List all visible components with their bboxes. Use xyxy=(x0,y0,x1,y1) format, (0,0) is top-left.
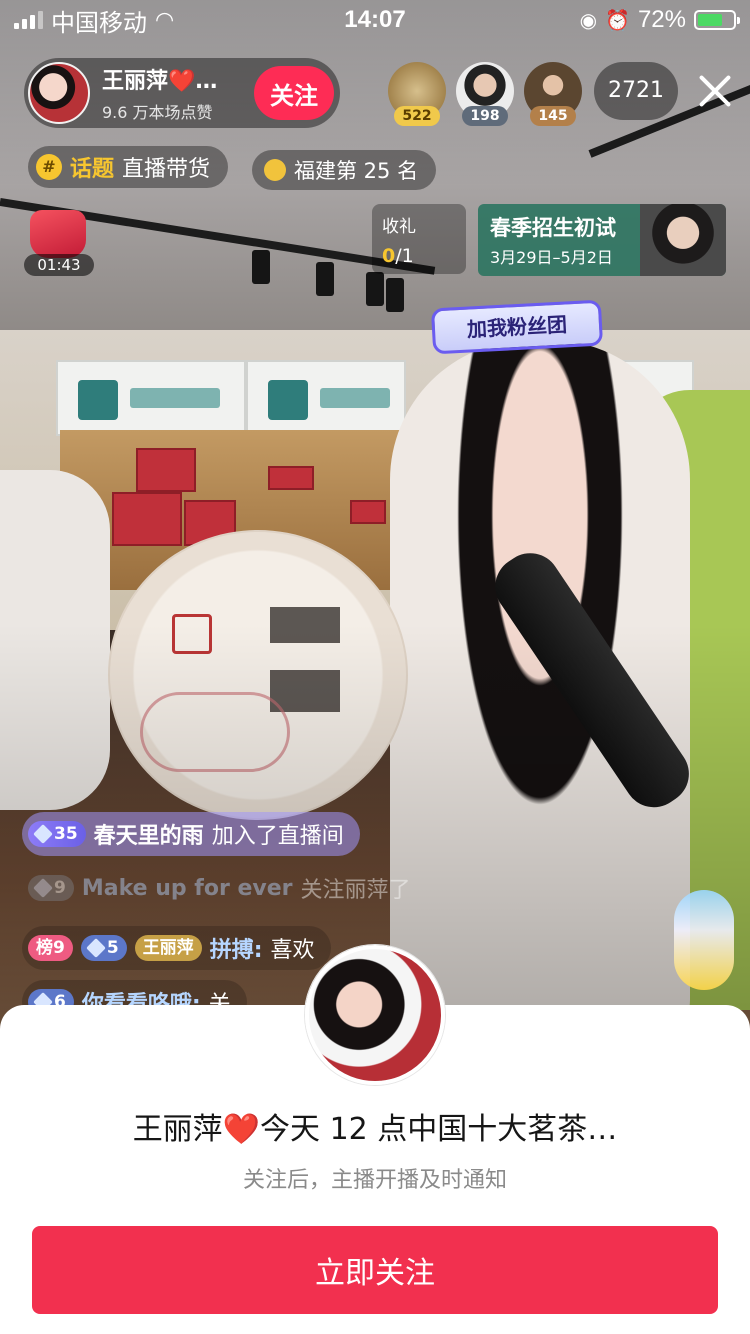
fan-club-sticker[interactable]: 加我粉丝团 xyxy=(430,299,604,355)
follow-now-button[interactable]: 立即关注 xyxy=(32,1226,718,1314)
rotation-lock-icon: ◉ xyxy=(579,9,598,32)
rank-label: 福建第 25 名 xyxy=(294,159,419,183)
close-icon[interactable] xyxy=(692,68,738,114)
user-level-badge: 35 xyxy=(28,821,86,847)
gift-task-progress: 0/1 xyxy=(382,245,456,267)
promo-title: 春季招生初试 xyxy=(490,216,616,240)
promo-banner[interactable]: 春季招生初试 3月29日–5月2日 xyxy=(478,204,726,276)
lucky-bag[interactable]: 01:43 xyxy=(24,210,94,276)
topic-tag: 话题 xyxy=(70,157,115,182)
rank-badge: 榜9 xyxy=(28,935,73,961)
diamond-icon xyxy=(33,878,53,898)
viewer-avatar[interactable]: 145 xyxy=(524,62,582,126)
comment-row: 35 春天里的雨 加入了直播间 xyxy=(22,812,360,856)
gift-task[interactable]: 收礼 0/1 xyxy=(372,204,466,274)
comment-user[interactable]: 春天里的雨 xyxy=(94,818,204,850)
viewer-count[interactable]: 2721 xyxy=(594,62,678,120)
comment-row: 榜9 5 王丽萍 拼搏: 喜欢 xyxy=(22,926,331,970)
reaction-icon[interactable] xyxy=(674,890,734,990)
top-viewers: 522 198 145 xyxy=(388,62,582,126)
hashtag-icon: # xyxy=(36,154,62,180)
user-level-badge: 9 xyxy=(28,875,74,901)
status-bar: 中国移动 ◠ 14:07 ◉ ⏰ 72% xyxy=(0,0,750,40)
fan-club-badge: 王丽萍 xyxy=(134,935,202,961)
promo-dates: 3月29日–5月2日 xyxy=(490,248,613,267)
battery-percent: 72% xyxy=(637,6,686,33)
viewer-avatar[interactable]: 198 xyxy=(456,62,514,126)
host-info-pill[interactable]: 王丽萍❤️… 9.6 万本场点赞 关注 xyxy=(24,58,340,128)
diamond-icon xyxy=(85,938,106,958)
topic-label: 直播带货 xyxy=(122,157,211,182)
promo-photo xyxy=(640,204,726,276)
gift-task-title: 收礼 xyxy=(382,217,416,237)
sheet-subtitle: 关注后，主播开播及时通知 xyxy=(242,1168,507,1193)
host-avatar[interactable] xyxy=(28,62,90,124)
sheet-title: 王丽萍❤️今天 12 点中国十大茗茶… xyxy=(132,1112,618,1147)
follow-button[interactable]: 关注 xyxy=(254,66,334,120)
comment-row: 9 Make up for ever 关注丽萍了 xyxy=(22,866,427,910)
sheet-host-avatar xyxy=(305,945,445,1085)
lucky-bag-timer: 01:43 xyxy=(24,254,94,276)
comment-user[interactable]: 拼搏: xyxy=(210,932,263,964)
comment-text: 加入了直播间 xyxy=(211,824,344,849)
viewer-score: 198 xyxy=(462,106,508,126)
diamond-icon xyxy=(33,824,53,844)
comment-text: 关注丽萍了 xyxy=(300,878,411,903)
rank-pill[interactable]: 福建第 25 名 xyxy=(252,150,437,190)
gift-bag-icon xyxy=(30,210,86,258)
alarm-icon: ⏰ xyxy=(605,9,630,32)
host-likes: 9.6 万本场点赞 xyxy=(102,103,213,122)
battery-icon xyxy=(694,10,740,30)
gift-task-current: 0 xyxy=(382,245,396,267)
host-name: 王丽萍❤️… xyxy=(102,69,218,94)
gift-task-total: /1 xyxy=(395,245,414,267)
viewer-avatar[interactable]: 522 xyxy=(388,62,446,126)
viewer-score: 522 xyxy=(394,106,440,126)
topic-pill[interactable]: # 话题 直播带货 xyxy=(28,146,229,188)
rank-icon xyxy=(264,159,286,181)
user-level-badge: 5 xyxy=(80,935,127,961)
viewer-score: 145 xyxy=(530,106,576,126)
comment-text: 喜欢 xyxy=(270,938,315,963)
comment-user[interactable]: Make up for ever xyxy=(82,876,293,901)
